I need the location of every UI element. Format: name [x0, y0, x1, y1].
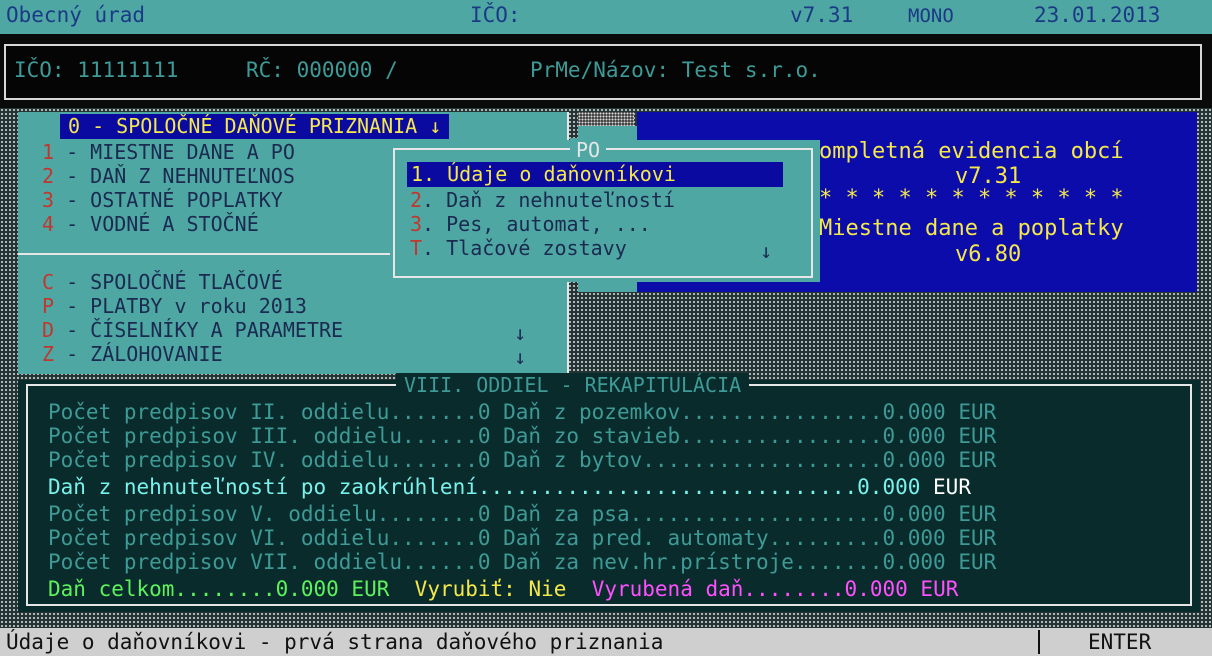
- menu-item-2[interactable]: 2 - DAŇ Z NEHNUTEĽNOS: [42, 164, 295, 189]
- recap-row: Počet predpisov VII. oddielu......0 Daň …: [48, 550, 997, 574]
- menu-item-z[interactable]: Z - ZÁLOHOVANIE: [42, 342, 223, 367]
- recap-panel: VIII. ODDIEL - REKAPITULÁCIA Počet predp…: [18, 373, 1200, 612]
- scroll-arrow-icon: ↓: [514, 321, 527, 345]
- title-bar: Obecný úrad IČO: v7.31 MONO 23.01.2013: [0, 0, 1212, 34]
- menu-item-0[interactable]: 0 - SPOLOČNÉ DAŇOVÉ PRIZNANIA ↓: [60, 114, 450, 139]
- submenu-item-2[interactable]: 2. Daň z nehnuteľností: [410, 188, 675, 213]
- submenu-title: PO: [570, 138, 607, 162]
- recap-row: Počet predpisov II. oddielu.......0 Daň …: [48, 400, 997, 424]
- rc-value: RČ: 000000 /: [246, 58, 398, 82]
- status-divider: [1038, 630, 1040, 654]
- status-bar: Údaje o daňovníkovi - prvá strana daňové…: [0, 628, 1212, 656]
- terminal-screen: Obecný úrad IČO: v7.31 MONO 23.01.2013 I…: [0, 0, 1212, 656]
- recap-row: Počet predpisov VI. oddielu.......0 Daň …: [48, 526, 997, 550]
- about-stars: * * * * * * * * * * * *: [819, 186, 1124, 211]
- recap-totals: Daň celkom........0.000 EUR Vyrubiť: Nie…: [48, 577, 959, 601]
- pattern-swatch: [578, 112, 634, 126]
- date: 23.01.2013: [1034, 3, 1161, 27]
- about-line-4: Miestne dane a poplatky: [819, 216, 1124, 241]
- scroll-arrow-icon: ↓: [760, 239, 773, 263]
- app-title: Obecný úrad: [6, 3, 146, 27]
- assess-flag: Vyrubiť: Nie: [414, 577, 567, 601]
- recap-row: Počet predpisov V. oddielu........0 Daň …: [48, 502, 997, 526]
- ico-label: IČO:: [470, 3, 521, 27]
- menu-item-p[interactable]: P - PLATBY v roku 2013: [42, 294, 307, 319]
- recap-row-rounded-total: Daň z nehnuteľností po zaokrúhlení......…: [48, 475, 971, 499]
- enter-key-hint[interactable]: ENTER: [1088, 630, 1151, 654]
- scroll-arrow-icon: ↓: [514, 345, 527, 369]
- recap-row: Počet predpisov III. oddielu......0 Daň …: [48, 424, 997, 448]
- po-submenu: PO 1. Údaje o daňovníkovi 2. Daň z nehnu…: [390, 138, 820, 282]
- submenu-item-1[interactable]: 1. Údaje o daňovníkovi: [407, 162, 783, 187]
- menu-item-4[interactable]: 4 - VODNÉ A STOČNÉ: [42, 212, 259, 237]
- recap-title: VIII. ODDIEL - REKAPITULÁCIA: [396, 373, 750, 397]
- taxpayer-info-box: IČO: 11111111 RČ: 000000 / PrMe/Názov: T…: [4, 44, 1202, 100]
- version: v7.31: [790, 3, 854, 27]
- menu-item-c[interactable]: C - SPOLOČNÉ TLAČOVÉ: [42, 270, 283, 295]
- menu-item-1[interactable]: 1 - MIESTNE DANE A PO: [42, 140, 295, 165]
- menu-item-d[interactable]: D - ČÍSELNÍKY A PARAMETRE: [42, 318, 343, 343]
- name-value: PrMe/Názov: Test s.r.o.: [530, 58, 821, 82]
- recap-row: Počet predpisov IV. oddielu.......0 Daň …: [48, 448, 997, 472]
- ico-value: IČO: 11111111: [14, 58, 179, 82]
- submenu-item-t[interactable]: T. Tlačové zostavy: [410, 236, 627, 261]
- total-tax: Daň celkom........0.000 EUR: [48, 577, 390, 601]
- submenu-item-3[interactable]: 3. Pes, automat, ...: [410, 212, 651, 237]
- assessed-tax: Vyrubená daň........0.000: [591, 577, 908, 601]
- mode-label: MONO: [908, 5, 954, 27]
- about-subversion: v6.80: [955, 242, 1022, 267]
- status-help: Údaje o daňovníkovi - prvá strana daňové…: [6, 630, 664, 654]
- about-line-1: ompletná evidencia obcí: [819, 139, 1124, 164]
- menu-item-3[interactable]: 3 - OSTATNÉ POPLATKY: [42, 188, 283, 213]
